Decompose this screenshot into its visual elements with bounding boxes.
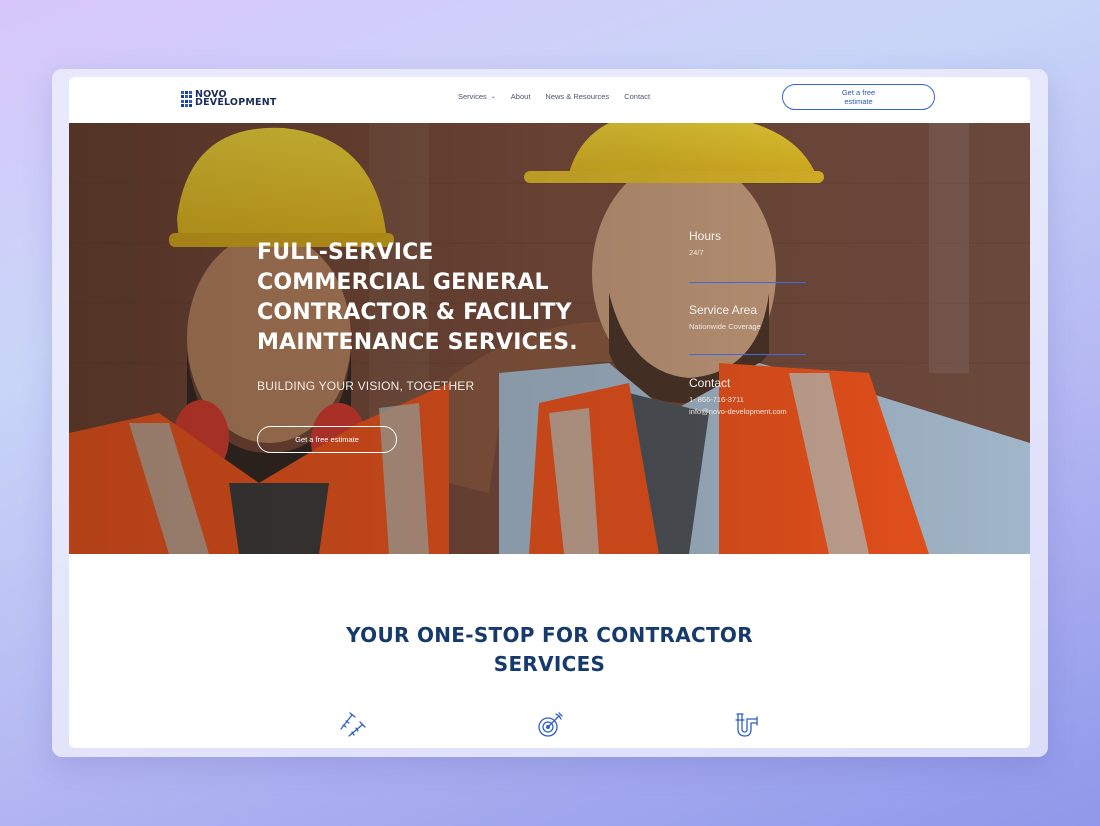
nav-item-news-resources[interactable]: News & Resources <box>545 92 609 101</box>
logo-mark-icon <box>181 91 193 107</box>
header-estimate-label: Get a free estimate <box>841 88 876 106</box>
contact-block: Contact 1- 866-716-3711 info@novo-develo… <box>689 376 787 418</box>
website: NOVO DEVELOPMENT Services ⌄ About News &… <box>69 77 1030 748</box>
services-heading: YOUR ONE-STOP FOR CONTRACTOR SERVICES <box>69 621 1030 679</box>
nav-item-about[interactable]: About <box>511 92 531 101</box>
contact-email[interactable]: info@novo-development.com <box>689 406 787 418</box>
services-heading-line1: YOUR ONE-STOP FOR CONTRACTOR <box>346 623 753 647</box>
nav-item-label: Contact <box>624 92 651 101</box>
services-heading-line2: SERVICES <box>493 652 606 676</box>
hours-block: Hours 24/7 <box>689 229 721 259</box>
logo[interactable]: NOVO DEVELOPMENT <box>181 89 277 109</box>
hero-title: FULL-SERVICE COMMERCIAL GENERAL CONTRACT… <box>257 240 578 355</box>
service-area-label: Service Area <box>689 303 758 317</box>
nav-item-label: Services <box>458 92 487 101</box>
hero-estimate-button[interactable]: Get a free estimate <box>257 426 397 453</box>
contact-details: 1- 866-716-3711 info@novo-development.co… <box>689 394 787 418</box>
main-nav: Services ⌄ About News & Resources Contac… <box>458 92 650 101</box>
logo-text: NOVO DEVELOPMENT <box>195 90 277 108</box>
pipe-icon[interactable] <box>731 709 763 741</box>
nav-item-services[interactable]: Services ⌄ <box>458 92 496 101</box>
hero-estimate-label: Get a free estimate <box>295 435 359 444</box>
hours-label: Hours <box>689 229 722 243</box>
hero-subtitle: BUILDING YOUR VISION, TOGETHER <box>257 379 475 393</box>
chevron-down-icon: ⌄ <box>490 94 496 100</box>
header-estimate-button[interactable]: Get a free estimate <box>782 84 935 110</box>
hours-value: 24/7 <box>689 248 704 257</box>
nav-item-contact[interactable]: Contact <box>624 92 650 101</box>
hero-section: FULL-SERVICE COMMERCIAL GENERAL CONTRACT… <box>69 123 1030 554</box>
site-header: NOVO DEVELOPMENT Services ⌄ About News &… <box>69 77 1030 123</box>
service-area-block: Service Area Nationwide Coverage <box>689 303 761 333</box>
info-divider <box>689 354 806 355</box>
logo-line2: DEVELOPMENT <box>195 97 277 108</box>
nav-item-label: News & Resources <box>545 92 610 101</box>
service-area-value: Nationwide Coverage <box>689 322 761 331</box>
nav-item-label: About <box>510 92 531 101</box>
contact-label: Contact <box>689 376 731 390</box>
contact-phone[interactable]: 1- 866-716-3711 <box>689 394 787 406</box>
info-divider <box>689 282 806 283</box>
target-icon[interactable] <box>534 709 566 741</box>
screws-icon[interactable] <box>336 709 368 741</box>
